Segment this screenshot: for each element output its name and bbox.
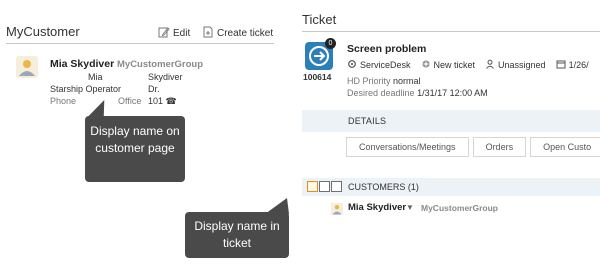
- priority-value: normal: [393, 76, 421, 86]
- ticket-tabs: Conversations/Meetings Orders Open Custo: [346, 137, 600, 157]
- gear-icon: [347, 59, 357, 71]
- create-ticket-label: Create ticket: [217, 28, 274, 39]
- queue-label: ServiceDesk: [360, 60, 411, 70]
- ticket-subject: Screen problem: [347, 43, 427, 55]
- owner-label: Unassigned: [498, 60, 546, 70]
- user-icon: [485, 59, 495, 71]
- card-view-icon[interactable]: [307, 181, 318, 192]
- state-item[interactable]: New ticket: [421, 59, 476, 71]
- callout-ticket: Display name in ticket: [185, 212, 289, 258]
- customers-section-bar: CUSTOMERS (1): [302, 178, 600, 196]
- state-icon: [421, 59, 431, 71]
- ticket-badge: 0: [325, 38, 336, 49]
- person-icon: [16, 56, 38, 78]
- details-section-bar: DETAILS: [302, 110, 600, 132]
- customer-panel-title: MyCustomer: [6, 24, 80, 39]
- ticket-meta: ServiceDesk New ticket Unassigned 1/26/: [347, 59, 589, 71]
- deadline-label: Desired deadline: [347, 88, 415, 98]
- create-ticket-button[interactable]: Create ticket: [202, 26, 273, 41]
- priority-label: HD Priority: [347, 76, 391, 86]
- tab-orders[interactable]: Orders: [472, 137, 527, 157]
- details-label: DETAILS: [348, 116, 387, 126]
- first-name-value: Mia: [88, 72, 103, 82]
- edit-button[interactable]: Edit: [158, 26, 190, 41]
- date-label: 1/26/: [568, 60, 589, 70]
- chevron-down-icon[interactable]: ▼: [406, 203, 414, 212]
- edit-label: Edit: [173, 28, 191, 39]
- phone-label: Phone: [50, 96, 77, 106]
- deadline-value: 1/31/17 12:00 AM: [417, 88, 488, 98]
- last-name-value: Skydiver: [148, 72, 183, 82]
- ticket-panel: Ticket 0 100614 Screen problem ServiceDe…: [300, 0, 600, 268]
- owner-item[interactable]: Unassigned: [485, 59, 546, 71]
- priority-row: HD Priority normal: [347, 76, 421, 86]
- state-label: New ticket: [433, 60, 476, 70]
- list-view-icon[interactable]: [319, 181, 330, 192]
- title-label: Starship Operator: [50, 84, 122, 94]
- ticket-customer-group[interactable]: MyCustomerGroup: [421, 203, 498, 213]
- customers-section-label: CUSTOMERS (1): [348, 182, 419, 192]
- ticket-header-divider: [302, 31, 600, 32]
- office-label: Office: [118, 96, 142, 106]
- edit-icon: [158, 26, 170, 41]
- deadline-row: Desired deadline 1/31/17 12:00 AM: [347, 88, 488, 98]
- callout-customer-page: Display name on customer page: [85, 116, 185, 182]
- customer-avatar: [16, 56, 38, 78]
- phone-value[interactable]: 101 ☎: [148, 96, 177, 107]
- queue-item[interactable]: ServiceDesk: [347, 59, 411, 71]
- tab-conversations-meetings[interactable]: Conversations/Meetings: [346, 137, 469, 157]
- salutation-value: Dr.: [148, 84, 160, 94]
- table-view-icon[interactable]: [331, 181, 342, 192]
- view-toggle-group: [307, 181, 342, 192]
- ticket-customer-avatar: [331, 202, 343, 215]
- customer-panel-header: MyCustomer Edit Create ticket: [6, 22, 274, 44]
- calendar-icon: [556, 59, 566, 71]
- ticket-panel-title: Ticket: [302, 12, 337, 27]
- ticket-customer-display-name[interactable]: Mia Skydiver: [348, 202, 406, 213]
- tab-open-customer[interactable]: Open Custo: [530, 137, 600, 157]
- create-ticket-icon: [202, 26, 214, 41]
- customer-group-link[interactable]: MyCustomerGroup: [117, 59, 203, 70]
- ticket-number: 100614: [303, 72, 332, 82]
- customer-display-name: Mia Skydiver: [50, 58, 115, 70]
- date-item[interactable]: 1/26/: [556, 59, 589, 71]
- person-icon: [331, 203, 343, 215]
